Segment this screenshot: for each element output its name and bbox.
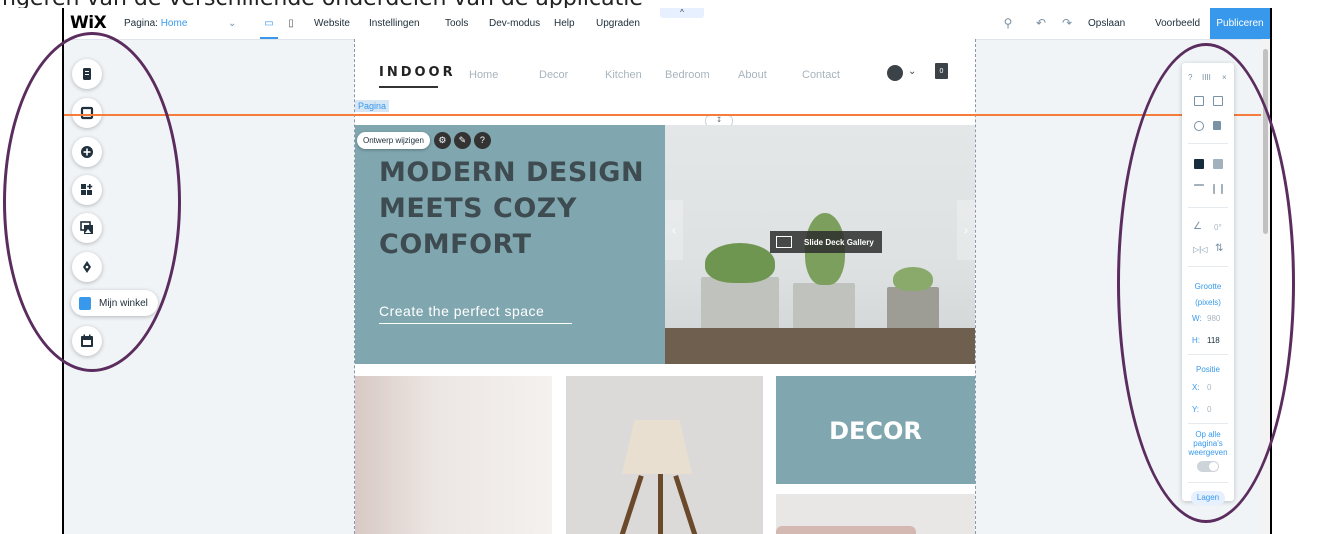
wix-editor-window: WiX Pagina: Home ⌄ ▭ ▯ Website Instellin… — [62, 8, 1272, 534]
menu-tools[interactable]: Tools — [445, 8, 468, 39]
gallery-prev-arrow[interactable]: ‹ — [665, 200, 683, 260]
chevron-down-icon[interactable]: ⌄ — [228, 8, 236, 39]
decor-tile-label: DECOR — [829, 417, 922, 445]
collapse-handle[interactable]: ^ — [660, 8, 704, 18]
lamp-leg — [658, 474, 663, 534]
user-icon[interactable] — [887, 65, 903, 81]
header-guide-line — [64, 114, 1270, 116]
cart-icon[interactable]: 0 — [935, 63, 948, 79]
zoom-icon[interactable]: ⚲ — [999, 8, 1017, 39]
site-brand[interactable]: INDOOR — [379, 65, 456, 80]
site-nav-about[interactable]: About — [738, 69, 767, 81]
image-tile[interactable] — [355, 376, 552, 534]
lamp-leg — [617, 474, 644, 534]
highlight-oval-left — [3, 32, 181, 372]
menu-upgraden[interactable]: Upgraden — [596, 8, 640, 39]
top-bar: WiX Pagina: Home ⌄ ▭ ▯ Website Instellin… — [64, 8, 1270, 40]
decor-tile[interactable]: DECOR — [776, 376, 975, 484]
gear-icon[interactable]: ⚙ — [433, 132, 451, 149]
edit-design-button[interactable]: Ontwerp wijzigen — [357, 132, 430, 149]
undo-icon[interactable]: ↶ — [1032, 8, 1050, 39]
blanket-shape — [776, 526, 916, 534]
gallery-next-arrow[interactable]: › — [957, 200, 975, 260]
blanket-image-tile[interactable] — [776, 494, 975, 534]
help-icon[interactable]: ? — [473, 132, 491, 149]
image-icon — [776, 236, 792, 248]
desktop-icon[interactable]: ▭ — [260, 8, 278, 39]
menu-help[interactable]: Help — [554, 8, 575, 39]
lamp-image-tile[interactable] — [566, 376, 763, 534]
plant-leaves — [705, 243, 775, 283]
lamp-leg — [673, 474, 700, 534]
lamp-shade — [622, 420, 692, 474]
caption-cut: ngeren van de verschillende onderdelen v… — [0, 0, 1318, 8]
chevron-down-icon[interactable]: ⌄ — [908, 66, 916, 77]
hero-subtitle-underline — [379, 323, 572, 324]
plant-leaves — [893, 267, 933, 291]
highlight-oval-right — [1117, 43, 1295, 523]
page-value: Home — [160, 18, 188, 29]
hero-subtitle[interactable]: Create the perfect space — [379, 303, 544, 319]
menu-website[interactable]: Website — [314, 8, 350, 39]
site-nav-home[interactable]: Home — [469, 69, 498, 81]
mobile-icon[interactable]: ▯ — [284, 8, 298, 39]
publish-button[interactable]: Publiceren — [1210, 8, 1270, 39]
site-header[interactable]: INDOOR Home Decor Kitchen Bedroom About … — [355, 39, 975, 116]
preview-button[interactable]: Voorbeeld — [1155, 8, 1200, 39]
cart-count: 0 — [939, 68, 944, 75]
save-button[interactable]: Opslaan — [1088, 8, 1125, 39]
redo-icon[interactable]: ↷ — [1058, 8, 1076, 39]
menu-instellingen[interactable]: Instellingen — [369, 8, 420, 39]
gallery-label[interactable]: Slide Deck Gallery — [770, 231, 882, 253]
wood-shelf — [665, 328, 975, 364]
brand-underline — [379, 86, 438, 88]
page-selector[interactable]: Pagina: Home — [124, 8, 187, 39]
caption-text: ngeren van de verschillende onderdelen v… — [2, 0, 643, 8]
site-nav-bedroom[interactable]: Bedroom — [665, 69, 710, 81]
site-nav-decor[interactable]: Decor — [539, 69, 568, 81]
page-label: Pagina: — [124, 18, 158, 29]
slide-deck-gallery[interactable]: ‹ › Slide Deck Gallery — [665, 125, 975, 364]
hero-title[interactable]: MODERN DESIGN MEETS COZY COMFORT — [379, 155, 679, 263]
edit-design-bar: Ontwerp wijzigen ⚙ ✎ ? — [357, 132, 494, 149]
site-nav-contact[interactable]: Contact — [802, 69, 840, 81]
pen-icon[interactable]: ✎ — [453, 132, 471, 149]
site-nav-kitchen[interactable]: Kitchen — [605, 69, 642, 81]
page-tag: Pagina — [355, 100, 390, 112]
gallery-label-text: Slide Deck Gallery — [804, 237, 874, 247]
menu-dev-modus[interactable]: Dev-modus — [489, 8, 540, 39]
